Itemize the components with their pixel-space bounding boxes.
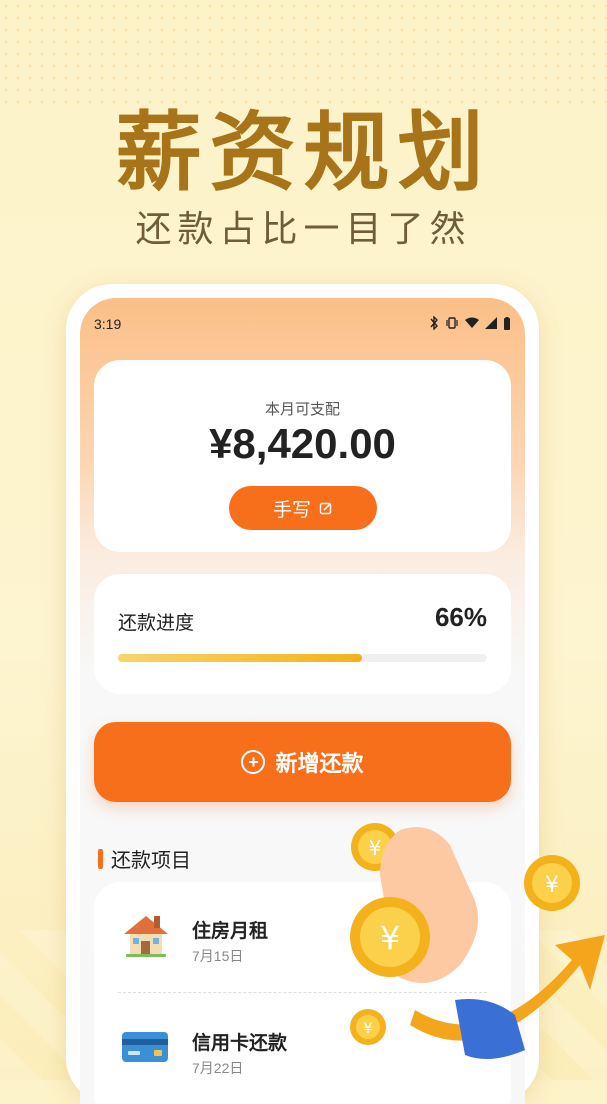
item-date: 7月22日	[192, 1060, 244, 1076]
handwrite-button-label: 手写	[272, 499, 311, 521]
progress-track	[118, 654, 487, 662]
svg-text:¥: ¥	[369, 836, 382, 860]
budget-label: 本月可支配	[264, 401, 340, 418]
hero-subtitle: 还款占比一目了然	[135, 209, 472, 250]
progress-fill	[118, 654, 362, 662]
credit-card-icon	[122, 1032, 168, 1062]
status-bar: 3:19	[94, 316, 511, 336]
hero-title: 薪资规划	[115, 103, 492, 203]
section-title: 还款项目	[111, 850, 191, 872]
status-icons	[429, 316, 511, 330]
add-repayment-button[interactable]: + 新增还款	[94, 722, 511, 802]
item-date: 7月15日	[192, 948, 244, 964]
budget-card: 本月可支配 ¥8,420.00 手写	[94, 360, 511, 552]
progress-value: 66%	[434, 602, 487, 632]
svg-text:¥: ¥	[380, 919, 400, 957]
progress-label: 还款进度	[118, 613, 195, 634]
vibrate-icon	[446, 317, 458, 329]
bluetooth-icon	[430, 316, 438, 330]
item-name: 信用卡还款	[192, 1033, 288, 1054]
progress-card: 还款进度 66%	[94, 574, 511, 694]
section-accent-bar	[98, 848, 103, 869]
section-header: 还款项目	[98, 844, 191, 873]
status-time: 3:19	[94, 316, 122, 332]
battery-icon	[504, 316, 510, 330]
house-icon	[124, 916, 168, 957]
budget-amount: ¥8,420.00	[209, 420, 396, 467]
item-name: 住房月租	[192, 921, 269, 942]
plus-circle-icon: +	[241, 750, 266, 774]
signal-icon	[485, 317, 497, 329]
add-repayment-label: 新增还款	[275, 751, 364, 776]
coins-hand-illustration: ¥ ¥ ¥ ¥	[350, 823, 605, 1059]
svg-text:¥: ¥	[545, 873, 559, 898]
handwrite-button[interactable]: 手写	[229, 486, 377, 530]
svg-text:¥: ¥	[364, 1021, 373, 1037]
edit-icon	[319, 502, 332, 515]
wifi-icon	[465, 317, 479, 328]
